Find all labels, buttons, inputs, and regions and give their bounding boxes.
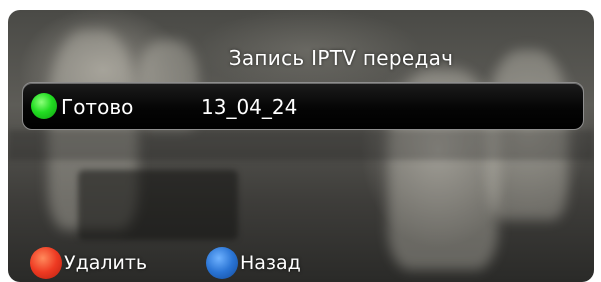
recording-status: Готово [61, 95, 134, 119]
status-indicator-icon [31, 93, 57, 119]
back-button[interactable]: Назад [206, 246, 301, 280]
back-button-label: Назад [240, 252, 301, 274]
delete-button-label: Удалить [64, 252, 148, 274]
background-shade [8, 130, 594, 160]
blue-key-icon [206, 247, 238, 279]
tv-screen: Запись IPTV передач Готово 13_04_24 Удал… [8, 10, 594, 282]
background-machine [78, 170, 238, 240]
recording-name: 13_04_24 [201, 95, 298, 119]
dialog-title: Запись IPTV передач [228, 46, 454, 70]
red-key-icon [30, 247, 62, 279]
delete-button[interactable]: Удалить [30, 246, 147, 280]
recording-row[interactable]: Готово 13_04_24 [22, 82, 584, 130]
